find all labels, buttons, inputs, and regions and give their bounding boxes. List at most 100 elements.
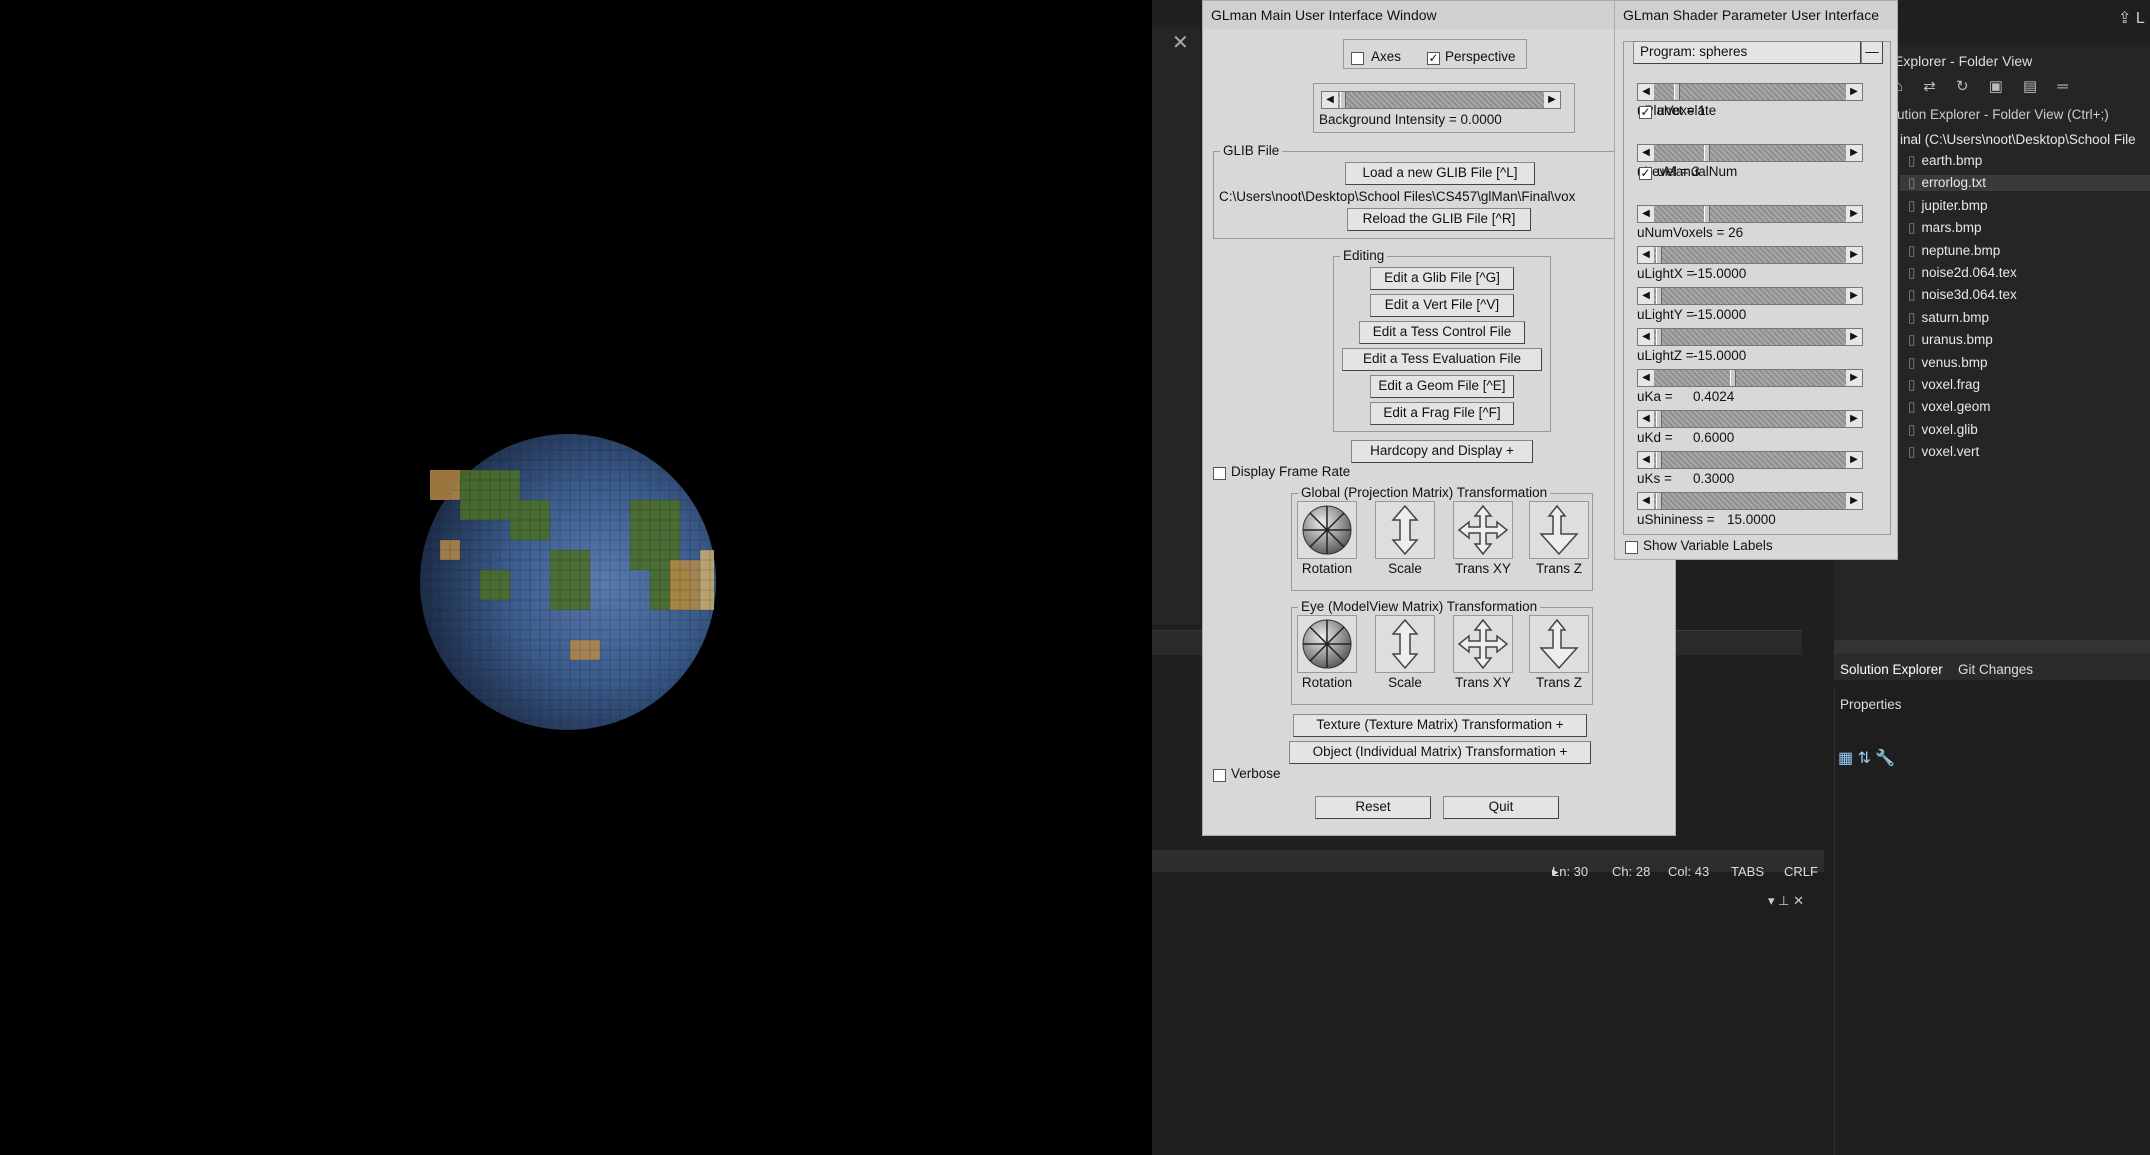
- file-item[interactable]: ▯ saturn.bmp: [1900, 310, 2150, 326]
- param-checkbox-3[interactable]: ✓: [1639, 167, 1652, 180]
- properties-title: Properties: [1840, 697, 1902, 712]
- file-item[interactable]: ▯ earth.bmp: [1900, 153, 2150, 169]
- voxel-earth: [420, 434, 716, 730]
- file-item[interactable]: ▯ noise2d.064.tex: [1900, 265, 2150, 281]
- right-arrow-icon[interactable]: ▶: [1846, 288, 1862, 304]
- left-arrow-icon[interactable]: ◀: [1638, 206, 1654, 222]
- left-arrow-icon[interactable]: ◀: [1638, 288, 1654, 304]
- file-item[interactable]: ▯ venus.bmp: [1900, 355, 2150, 371]
- param-label-6: uLightY =: [1637, 307, 1695, 322]
- file-item[interactable]: ▯ noise3d.064.tex: [1900, 287, 2150, 303]
- param-slider-9[interactable]: ◀ ▶: [1637, 410, 1863, 428]
- param-slider-8[interactable]: ◀ ▶: [1637, 369, 1863, 387]
- left-arrow-icon[interactable]: ◀: [1638, 247, 1654, 263]
- file-item[interactable]: ▯ neptune.bmp: [1900, 243, 2150, 259]
- right-arrow-icon[interactable]: ▶: [1846, 329, 1862, 345]
- perspective-checkbox[interactable]: ✓: [1427, 52, 1440, 65]
- object-transform-button[interactable]: Object (Individual Matrix) Transformatio…: [1289, 741, 1591, 764]
- param-label-8: uKa =: [1637, 389, 1673, 404]
- param-slider-0[interactable]: ◀ ▶: [1637, 83, 1863, 101]
- param-slider-4[interactable]: ◀ ▶: [1637, 205, 1863, 223]
- file-item[interactable]: ▯ errorlog.txt: [1900, 175, 2150, 192]
- left-arrow-icon[interactable]: ◀: [1638, 84, 1654, 100]
- param-slider-6[interactable]: ◀ ▶: [1637, 287, 1863, 305]
- close-icon[interactable]: ✕: [1172, 30, 1189, 55]
- param-slider-7[interactable]: ◀ ▶: [1637, 328, 1863, 346]
- edit-button-0[interactable]: Edit a Glib File [^G]: [1370, 267, 1514, 290]
- left-arrow-icon[interactable]: ◀: [1322, 92, 1338, 108]
- global-rotation-icon[interactable]: [1297, 501, 1357, 559]
- file-item[interactable]: ▯ jupiter.bmp: [1900, 198, 2150, 214]
- file-item[interactable]: ▯ voxel.frag: [1900, 377, 2150, 393]
- status-col: Col: 43: [1668, 864, 1710, 879]
- quit-button[interactable]: Quit: [1443, 796, 1559, 819]
- reload-glib-button[interactable]: Reload the GLIB File [^R]: [1347, 208, 1531, 231]
- param-value-8: 0.4024: [1693, 389, 1735, 404]
- right-arrow-icon[interactable]: ▶: [1846, 145, 1862, 161]
- right-arrow-icon[interactable]: ▶: [1846, 84, 1862, 100]
- left-arrow-icon[interactable]: ◀: [1638, 145, 1654, 161]
- status-crlf[interactable]: CRLF: [1784, 864, 1818, 879]
- edit-button-4[interactable]: Edit a Geom File [^E]: [1370, 375, 1514, 398]
- param-label-5: uLightX =: [1637, 266, 1695, 281]
- render-viewport[interactable]: [0, 0, 1152, 1155]
- properties-toolbar[interactable]: ▦ ⇅ 🔧: [1838, 748, 1895, 768]
- texture-transform-button[interactable]: Texture (Texture Matrix) Transformation …: [1293, 714, 1587, 737]
- file-icon: ▯: [1908, 377, 1916, 392]
- program-dropdown[interactable]: Program: spheres: [1633, 41, 1861, 64]
- param-slider-5[interactable]: ◀ ▶: [1637, 246, 1863, 264]
- status-tabs[interactable]: TABS: [1731, 864, 1764, 879]
- panel-buttons[interactable]: ▾ ⊥ ✕: [1768, 893, 1804, 909]
- tree-root[interactable]: inal (C:\Users\noot\Desktop\School File: [1900, 132, 2136, 147]
- left-arrow-icon[interactable]: ◀: [1638, 370, 1654, 386]
- param-checkbox-1[interactable]: ✓: [1639, 106, 1652, 119]
- left-arrow-icon[interactable]: ◀: [1638, 411, 1654, 427]
- file-item[interactable]: ▯ voxel.vert: [1900, 444, 2150, 460]
- edit-button-1[interactable]: Edit a Vert File [^V]: [1370, 294, 1514, 317]
- share-icon[interactable]: ⇪ L: [2118, 8, 2145, 28]
- param-slider-10[interactable]: ◀ ▶: [1637, 451, 1863, 469]
- right-arrow-icon[interactable]: ▶: [1846, 247, 1862, 263]
- explorer-search[interactable]: lution Explorer - Folder View (Ctrl+;): [1894, 107, 2109, 122]
- tab-solution-explorer[interactable]: Solution Explorer: [1840, 662, 1943, 677]
- edit-button-3[interactable]: Edit a Tess Evaluation File: [1342, 348, 1542, 371]
- file-item[interactable]: ▯ voxel.glib: [1900, 422, 2150, 438]
- right-arrow-icon[interactable]: ▶: [1846, 206, 1862, 222]
- right-arrow-icon[interactable]: ▶: [1846, 452, 1862, 468]
- file-icon: ▯: [1908, 287, 1916, 303]
- left-arrow-icon[interactable]: ◀: [1638, 452, 1654, 468]
- explorer-toolbar[interactable]: ⌂ ⇄ ↻ ▣ ▤ ═: [1894, 77, 2076, 95]
- file-item[interactable]: ▯ mars.bmp: [1900, 220, 2150, 236]
- edit-button-2[interactable]: Edit a Tess Control File: [1359, 321, 1525, 344]
- verbose-checkbox[interactable]: [1213, 769, 1226, 782]
- eye-trans-z-icon[interactable]: [1529, 615, 1589, 673]
- left-arrow-icon[interactable]: ◀: [1638, 493, 1654, 509]
- file-item[interactable]: ▯ voxel.geom: [1900, 399, 2150, 415]
- glman-shader-window: GLman Shader Parameter User Interface Pr…: [1614, 0, 1898, 560]
- reset-button[interactable]: Reset: [1315, 796, 1431, 819]
- eye-rotation-icon[interactable]: [1297, 615, 1357, 673]
- global-trans-z-icon[interactable]: [1529, 501, 1589, 559]
- tab-git-changes[interactable]: Git Changes: [1958, 662, 2033, 677]
- left-arrow-icon[interactable]: ◀: [1638, 329, 1654, 345]
- edit-button-5[interactable]: Edit a Frag File [^F]: [1370, 402, 1514, 425]
- file-item[interactable]: ▯ uranus.bmp: [1900, 332, 2150, 348]
- param-slider-2[interactable]: ◀ ▶: [1637, 144, 1863, 162]
- hardcopy-button[interactable]: Hardcopy and Display +: [1351, 440, 1533, 463]
- right-arrow-icon[interactable]: ▶: [1846, 370, 1862, 386]
- background-intensity-slider[interactable]: ◀ ▶: [1321, 91, 1561, 109]
- right-arrow-icon[interactable]: ▶: [1544, 92, 1560, 108]
- eye-scale-icon[interactable]: [1375, 615, 1435, 673]
- right-arrow-icon[interactable]: ▶: [1846, 411, 1862, 427]
- load-glib-button[interactable]: Load a new GLIB File [^L]: [1345, 162, 1535, 185]
- global-trans-xy-icon[interactable]: [1453, 501, 1513, 559]
- shader-window-title: GLman Shader Parameter User Interface: [1615, 1, 1897, 29]
- global-scale-icon[interactable]: [1375, 501, 1435, 559]
- eye-trans-xy-icon[interactable]: [1453, 615, 1513, 673]
- right-arrow-icon[interactable]: ▶: [1846, 493, 1862, 509]
- axes-checkbox[interactable]: [1351, 52, 1364, 65]
- display-frame-rate-checkbox[interactable]: [1213, 467, 1226, 480]
- program-collapse-button[interactable]: —: [1861, 41, 1883, 64]
- param-slider-11[interactable]: ◀ ▶: [1637, 492, 1863, 510]
- show-labels-checkbox[interactable]: [1625, 541, 1638, 554]
